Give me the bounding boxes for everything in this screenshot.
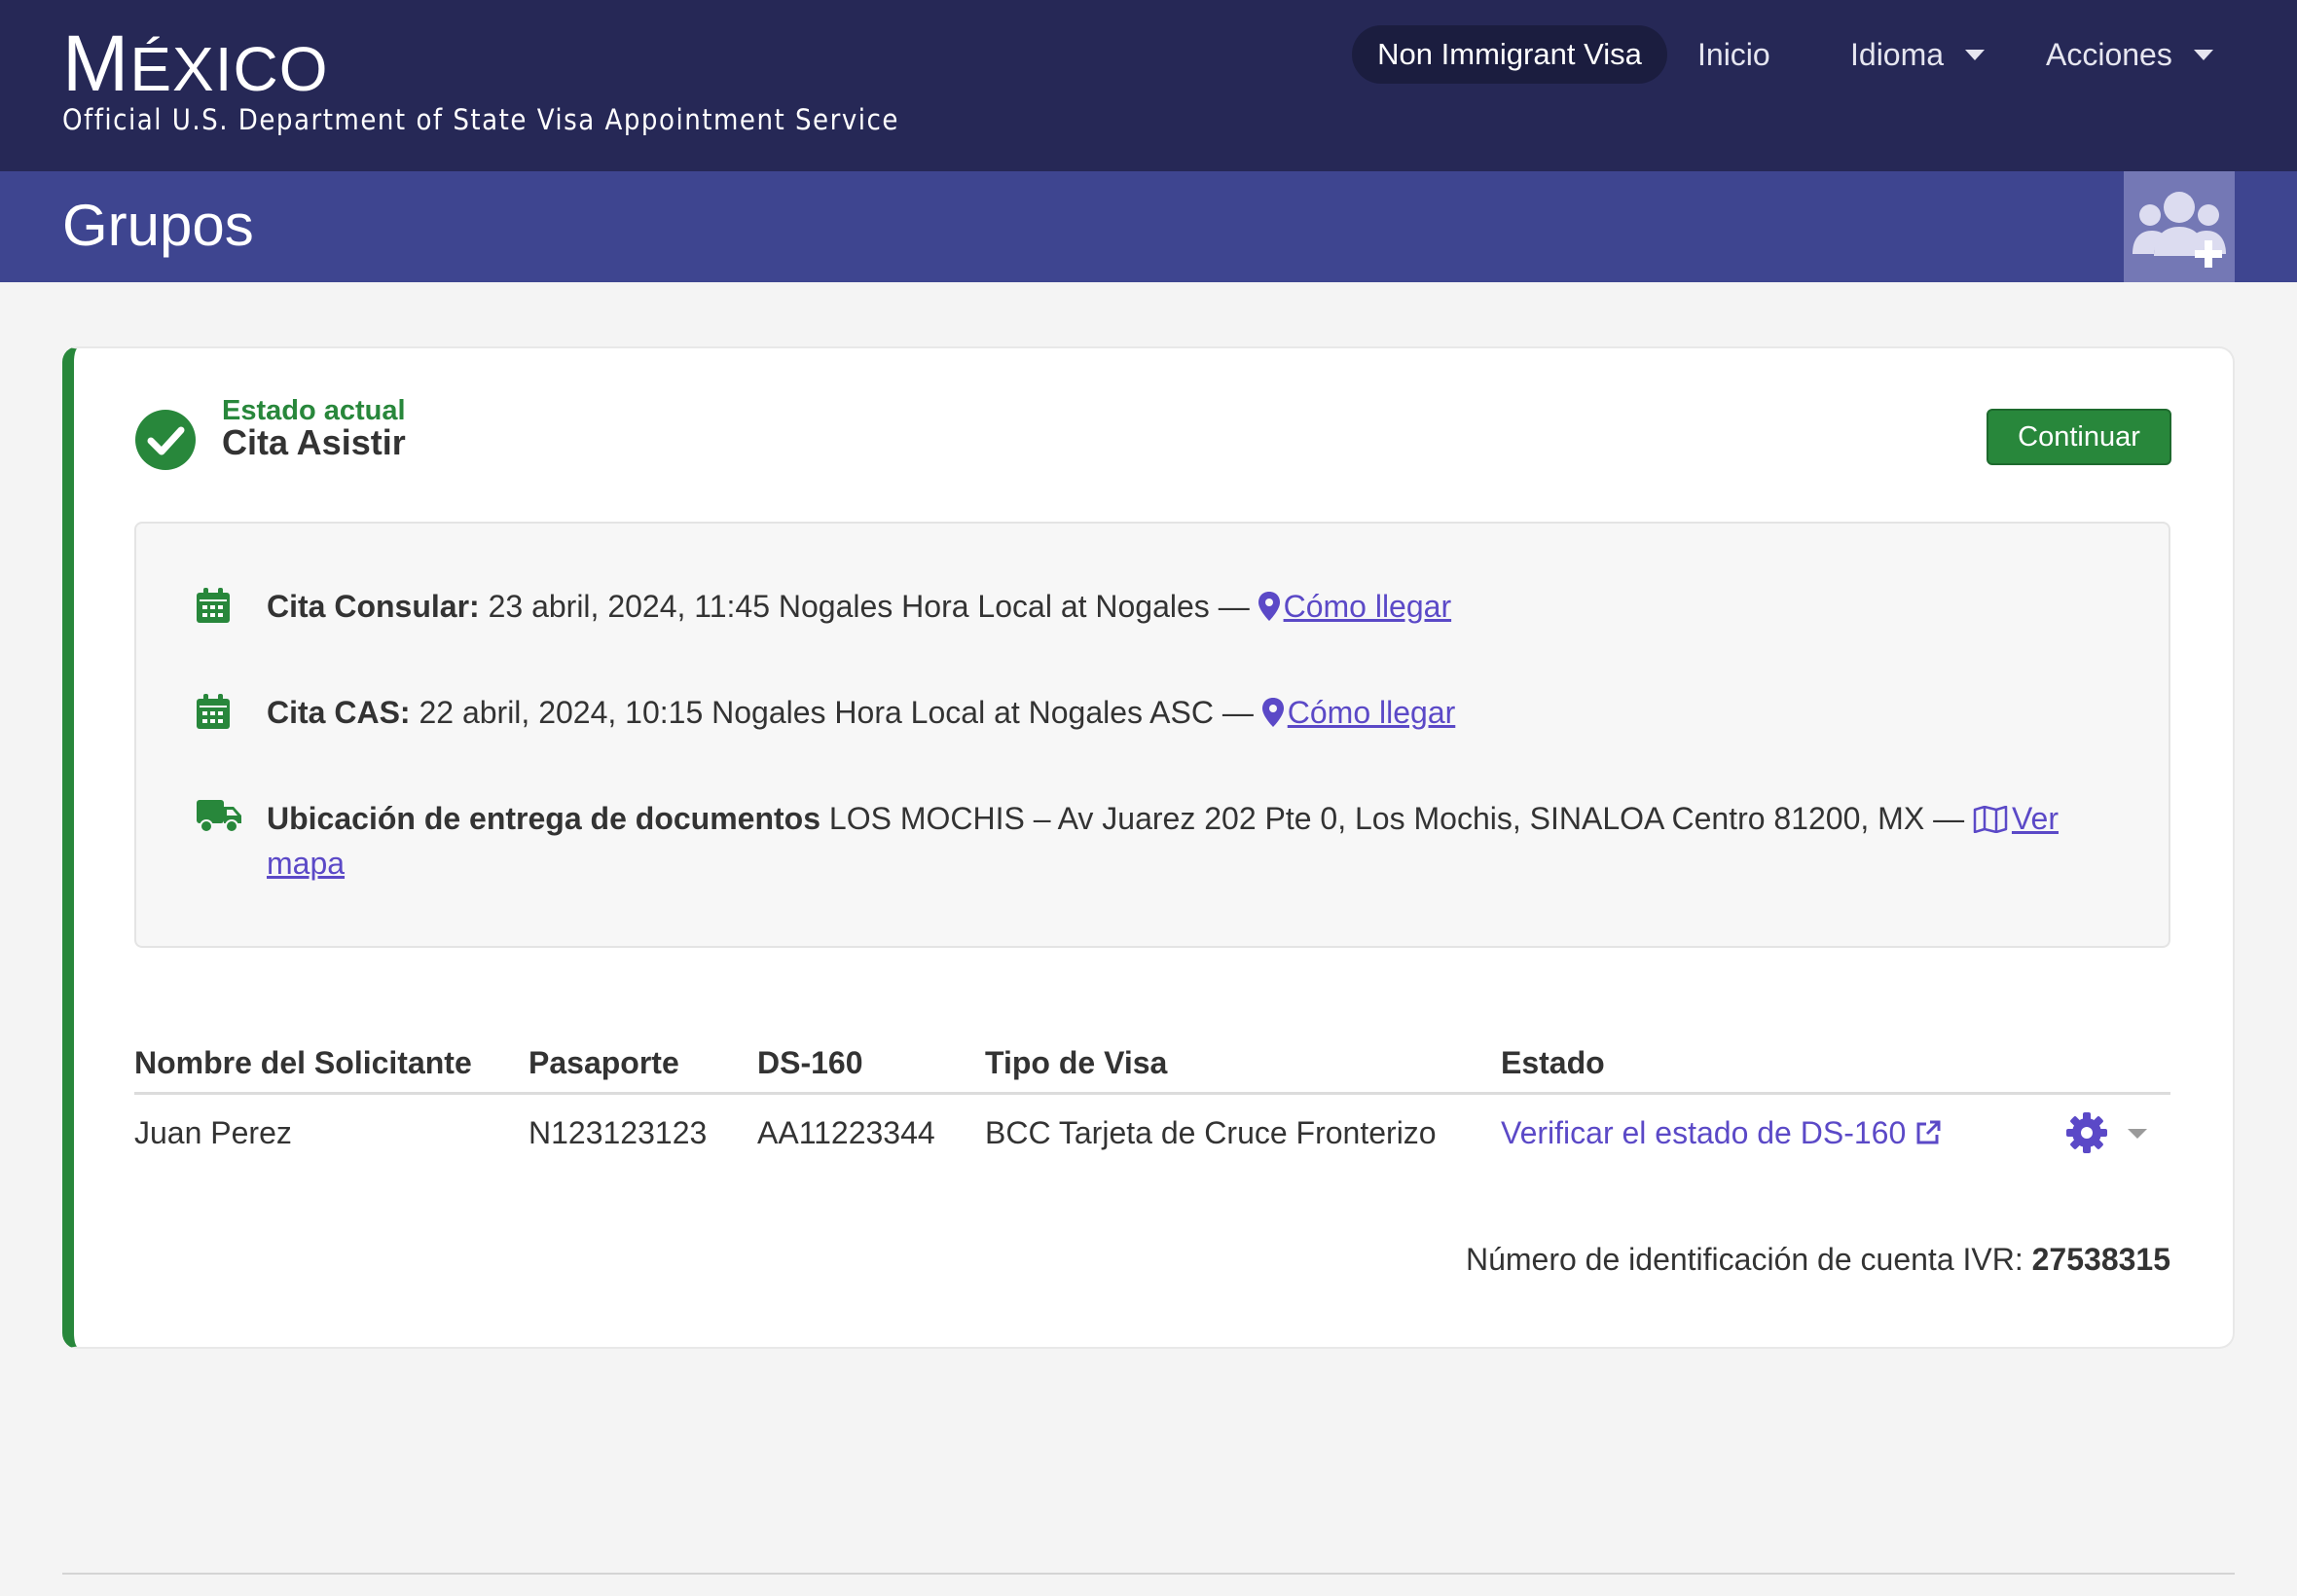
cas-directions-link[interactable]: Cómo llegar xyxy=(1261,695,1455,730)
col-header-visa-type: Tipo de Visa xyxy=(985,1045,1168,1080)
footer-divider xyxy=(62,1573,2235,1575)
consular-label: Cita Consular: xyxy=(267,589,480,624)
passport-number: N123123123 xyxy=(529,1115,708,1150)
chevron-down-icon[interactable] xyxy=(2128,1129,2147,1139)
ds160-number: AA11223344 xyxy=(757,1115,935,1150)
nav-visa-type[interactable]: Non Immigrant Visa xyxy=(1352,25,1667,84)
col-header-passport: Pasaporte xyxy=(529,1045,679,1080)
nav-language-dropdown[interactable]: Idioma xyxy=(1850,25,1986,84)
map-icon xyxy=(1973,806,2008,833)
col-header-status: Estado xyxy=(1501,1045,1605,1080)
cas-details: 22 abril, 2024, 10:15 Nogales Hora Local… xyxy=(410,695,1262,730)
add-group-button[interactable] xyxy=(2124,171,2235,282)
cas-label: Cita CAS: xyxy=(267,695,411,730)
nav-home-link[interactable]: Inicio xyxy=(1697,25,1770,84)
site-subtitle: Official U.S. Department of State Visa A… xyxy=(62,103,899,136)
nav-actions-label: Acciones xyxy=(2046,36,2172,72)
status-value: Cita Asistir xyxy=(222,422,406,462)
col-header-ds160: DS-160 xyxy=(757,1045,863,1080)
users-plus-icon xyxy=(2133,192,2226,268)
consular-directions-link[interactable]: Cómo llegar xyxy=(1258,589,1451,624)
map-pin-icon xyxy=(1261,698,1284,727)
calendar-icon xyxy=(197,694,230,729)
chevron-down-icon xyxy=(2193,49,2213,60)
map-pin-icon xyxy=(1258,592,1280,621)
gear-icon[interactable] xyxy=(2065,1111,2108,1154)
table-header-divider xyxy=(134,1092,2170,1095)
check-circle-icon xyxy=(135,410,196,470)
page-header xyxy=(0,171,2297,282)
delivery-details: LOS MOCHIS – Av Juarez 202 Pte 0, Los Mo… xyxy=(820,801,1973,836)
nav-actions-dropdown[interactable]: Acciones xyxy=(2046,25,2213,84)
delivery-label: Ubicación de entrega de documentos xyxy=(267,801,820,836)
truck-icon xyxy=(197,800,241,833)
continue-button[interactable]: Continuar xyxy=(1987,409,2171,465)
delivery-location: Ubicación de entrega de documentos LOS M… xyxy=(267,796,2087,886)
site-title: MÉXICO xyxy=(62,19,329,108)
ivr-account-id: Número de identificación de cuenta IVR: … xyxy=(1465,1242,2170,1277)
verify-ds160-link[interactable]: Verificar el estado de DS-160 xyxy=(1501,1115,1942,1151)
consular-appointment: Cita Consular: 23 abril, 2024, 11:45 Nog… xyxy=(267,584,1451,629)
applicant-name: Juan Perez xyxy=(134,1115,292,1150)
external-link-icon xyxy=(1916,1120,1941,1144)
calendar-icon xyxy=(197,588,230,623)
cas-appointment: Cita CAS: 22 abril, 2024, 10:15 Nogales … xyxy=(267,690,1455,735)
col-header-name: Nombre del Solicitante xyxy=(134,1045,472,1080)
page-title: Grupos xyxy=(62,193,254,258)
chevron-down-icon xyxy=(1965,49,1986,60)
nav-language-label: Idioma xyxy=(1850,36,1945,72)
consular-details: 23 abril, 2024, 11:45 Nogales Hora Local… xyxy=(479,589,1258,624)
visa-type: BCC Tarjeta de Cruce Fronterizo xyxy=(985,1115,1437,1150)
